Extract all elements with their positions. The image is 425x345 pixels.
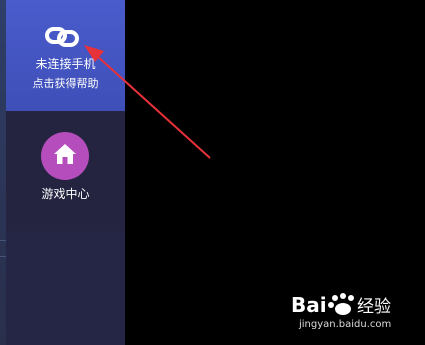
link-chain-icon [45,27,79,47]
game-center-icon-circle [41,132,89,180]
svg-text:Bai: Bai [291,293,327,317]
home-icon [54,144,76,164]
svg-text:经验: 经验 [357,297,391,317]
sidebar-empty-area [6,231,125,345]
connect-status-text: 未连接手机 [35,57,96,71]
game-center-button[interactable]: 游戏中心 [6,111,125,231]
connect-help-text: 点击获得帮助 [32,77,99,90]
baidu-jingyan-logo: Bai 经验 [291,293,391,317]
watermark-url: jingyan.baidu.com [299,319,392,330]
baidu-jingyan-watermark: Bai 经验 jingyan.baidu.com [291,290,401,340]
connect-phone-button[interactable]: 未连接手机 点击获得帮助 [6,0,125,111]
game-center-label: 游戏中心 [41,187,90,201]
sidebar: 未连接手机 点击获得帮助 游戏中心 [6,0,125,345]
